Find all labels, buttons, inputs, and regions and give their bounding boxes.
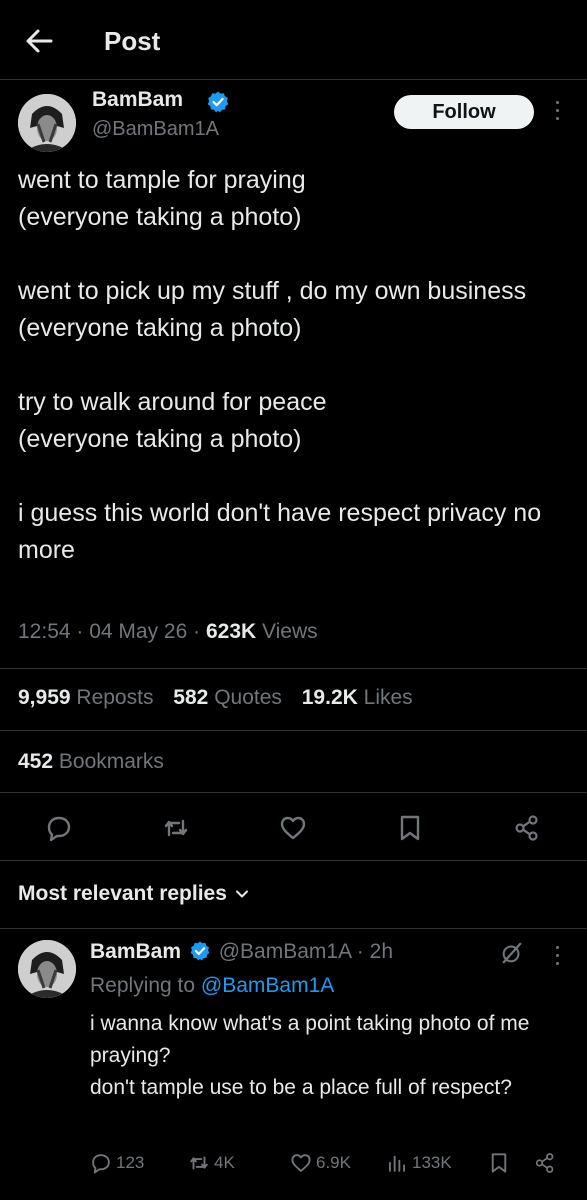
- reposts-stat[interactable]: 9,959 Reposts: [18, 686, 153, 709]
- share-button[interactable]: [513, 814, 541, 842]
- more-icon-dot: [555, 109, 559, 112]
- bookmarks-count: 452: [18, 750, 54, 773]
- post-date[interactable]: 04 May 26: [89, 620, 187, 643]
- more-icon-dot: [555, 117, 559, 120]
- bookmarks-stat[interactable]: 452 Bookmarks: [18, 750, 164, 774]
- likes-label: Likes: [363, 686, 413, 709]
- bookmarks-label: Bookmarks: [58, 750, 164, 773]
- like-icon: [280, 816, 306, 840]
- quotes-stat[interactable]: 582 Quotes: [173, 686, 282, 709]
- likes-stat[interactable]: 19.2K Likes: [302, 686, 413, 709]
- reply-header: BamBam @BamBam1A · 2h: [90, 940, 393, 964]
- quotes-count: 582: [173, 686, 209, 709]
- more-icon-dot: [555, 101, 559, 104]
- meta-separator: ·: [193, 620, 206, 643]
- bookmark-icon: [400, 815, 420, 841]
- replies-sort-label: Most relevant replies: [18, 882, 227, 905]
- chevron-down-icon: [235, 890, 248, 898]
- back-button[interactable]: [22, 24, 56, 58]
- reply-views-count: 133K: [412, 1153, 452, 1172]
- replying-to-prefix: Replying to: [90, 974, 196, 997]
- quotes-label: Quotes: [214, 686, 282, 709]
- engagement-stats: 9,959 Reposts 582 Quotes 19.2K Likes: [18, 686, 427, 710]
- replying-to-line: Replying to @BamBam1A: [90, 974, 334, 998]
- reply-reposts-count: 4K: [214, 1153, 235, 1172]
- page-title: Post: [104, 26, 161, 56]
- author-avatar[interactable]: [18, 94, 76, 152]
- reply-like-button[interactable]: 6.9K: [290, 1150, 351, 1176]
- reply-share-button[interactable]: [534, 1150, 560, 1176]
- reply-icon: [92, 1154, 110, 1174]
- views-label: Views: [262, 620, 318, 643]
- reply-author-avatar[interactable]: [18, 940, 76, 998]
- reposts-label: Reposts: [76, 686, 154, 709]
- grok-icon[interactable]: [500, 941, 524, 965]
- more-icon-dot: [555, 946, 559, 949]
- reply-bookmark-button[interactable]: [488, 1150, 514, 1176]
- repost-button[interactable]: [162, 814, 190, 842]
- post-metadata: 12:54 · 04 May 26 · 623K Views: [18, 620, 318, 644]
- top-bar: Post: [0, 0, 587, 80]
- share-icon: [515, 815, 538, 841]
- divider: [0, 730, 587, 731]
- views-count: 623K: [205, 620, 257, 643]
- verified-badge-icon: [207, 91, 229, 113]
- reply-views-button[interactable]: 133K: [386, 1150, 452, 1176]
- views-icon: [388, 1155, 406, 1172]
- reply-author-name[interactable]: BamBam: [90, 940, 181, 963]
- avatar-image: [18, 940, 76, 998]
- reply-button[interactable]: [45, 814, 73, 842]
- repost-icon: [190, 1156, 208, 1170]
- reposts-count: 9,959: [18, 686, 71, 709]
- reply-repost-button[interactable]: 4K: [188, 1150, 235, 1176]
- arrow-left-icon: [26, 29, 53, 53]
- reply-replies-count: 123: [116, 1153, 145, 1172]
- likes-count: 19.2K: [301, 686, 358, 709]
- repost-icon: [164, 819, 188, 837]
- post-time[interactable]: 12:54: [18, 620, 71, 643]
- divider: [0, 860, 587, 861]
- replies-sort-dropdown[interactable]: Most relevant replies: [18, 882, 249, 906]
- like-button[interactable]: [279, 814, 307, 842]
- replying-to-mention[interactable]: @BamBam1A: [201, 974, 334, 997]
- bookmark-icon: [491, 1153, 507, 1173]
- reply-more-options-button[interactable]: [553, 946, 561, 970]
- reply-time[interactable]: 2h: [370, 940, 393, 963]
- reply-likes-count: 6.9K: [316, 1153, 351, 1172]
- bookmark-button[interactable]: [396, 814, 424, 842]
- divider: [0, 792, 587, 793]
- share-icon: [535, 1153, 554, 1173]
- reply-author-handle[interactable]: @BamBam1A: [219, 940, 351, 963]
- divider: [0, 668, 587, 669]
- avatar-image: [18, 94, 76, 152]
- like-icon: [291, 1154, 311, 1172]
- author-name[interactable]: BamBam: [92, 88, 183, 112]
- meta-separator: ·: [76, 620, 90, 643]
- more-options-button[interactable]: [553, 101, 561, 125]
- follow-button[interactable]: Follow: [394, 95, 534, 129]
- reply-replies-button[interactable]: 123: [90, 1150, 144, 1176]
- reply-separator: ·: [356, 940, 364, 963]
- reply-text: i wanna know what's a point taking photo…: [90, 1012, 530, 1099]
- more-icon-dot: [555, 962, 559, 965]
- more-icon-dot: [555, 954, 559, 957]
- divider: [0, 928, 587, 929]
- post-text: went to tample for praying (everyone tak…: [18, 166, 542, 564]
- reply-icon: [47, 816, 71, 842]
- verified-badge-icon: [190, 941, 210, 961]
- author-handle[interactable]: @BamBam1A: [92, 118, 219, 141]
